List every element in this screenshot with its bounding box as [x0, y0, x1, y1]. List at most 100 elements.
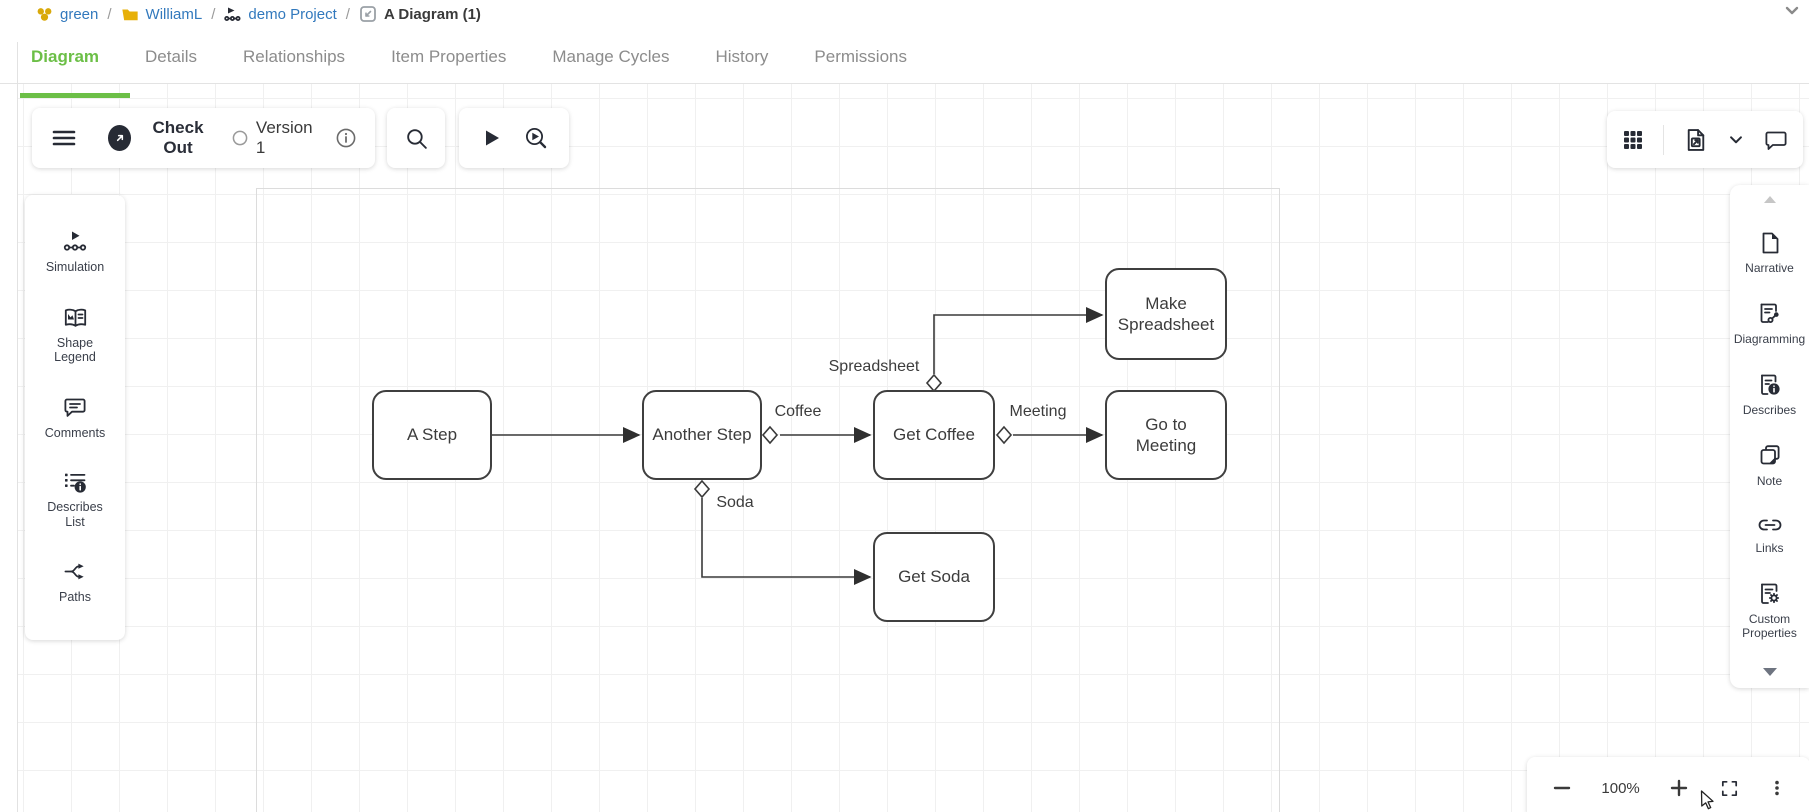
tool-shape-legend[interactable]: Shape Legend [54, 305, 96, 366]
view-toolbar [1607, 111, 1803, 168]
tool-paths[interactable]: Paths [59, 559, 91, 605]
edge-label-meeting[interactable]: Meeting [1010, 403, 1067, 421]
check-out-icon [108, 125, 131, 151]
edge-label-coffee[interactable]: Coffee [775, 403, 822, 421]
breadcrumb: green / WilliamL / demo Project [36, 2, 481, 26]
search-toolbar [387, 108, 445, 168]
check-out-button[interactable]: Check Out [108, 118, 216, 158]
diagram-node-get-coffee[interactable]: Get Coffee [873, 390, 995, 480]
tab-diagram[interactable]: Diagram [31, 47, 99, 67]
diagram-tools-panel: Simulation Shape Legend Comments [25, 195, 125, 640]
breadcrumb-link-demo-project[interactable]: demo Project [248, 6, 336, 23]
export-options-chevron[interactable] [1727, 131, 1745, 149]
comment-bubble-button[interactable] [1763, 127, 1789, 153]
tool-label: Simulation [46, 260, 104, 275]
panel-label: Note [1757, 474, 1782, 488]
scroll-up-icon[interactable] [1760, 193, 1780, 205]
active-tab-indicator [20, 93, 130, 98]
breadcrumb-separator: / [346, 6, 350, 23]
zoom-level: 100% [1601, 780, 1639, 797]
note-icon [1757, 443, 1783, 469]
fit-screen-button[interactable] [1719, 778, 1740, 799]
diagram-node-a-step[interactable]: A Step [372, 390, 492, 480]
tool-describes-list[interactable]: Describes List [47, 470, 103, 530]
diagram-node-another-step[interactable]: Another Step [642, 390, 762, 480]
diagramming-icon [1757, 301, 1783, 327]
breadcrumb-separator: / [211, 6, 215, 23]
panel-label: Custom Properties [1742, 612, 1797, 641]
mouse-cursor [1700, 790, 1719, 810]
version-label: Version 1 [256, 118, 319, 158]
breadcrumb-item-folder[interactable]: WilliamL [121, 6, 203, 23]
tab-manage-cycles[interactable]: Manage Cycles [552, 47, 669, 67]
tab-bar: Diagram Details Relationships Item Prope… [31, 47, 907, 67]
zoom-out-button[interactable] [1551, 777, 1573, 799]
diagram-node-get-soda[interactable]: Get Soda [873, 532, 995, 622]
version-selector[interactable]: Version 1 [232, 118, 319, 158]
breadcrumb-item-group[interactable]: green [36, 6, 98, 23]
edge-label-spreadsheet[interactable]: Spreadsheet [829, 358, 920, 376]
tool-simulation[interactable]: Simulation [46, 230, 104, 275]
panel-custom-properties[interactable]: Custom Properties [1730, 581, 1809, 641]
describes-icon [1757, 372, 1783, 398]
grid-view-button[interactable] [1621, 128, 1645, 152]
group-icon [36, 6, 53, 22]
tab-relationships[interactable]: Relationships [243, 47, 345, 67]
tab-history[interactable]: History [716, 47, 769, 67]
diagram-canvas[interactable]: Coffee Meeting Spreadsheet Soda A Step Anothe… [17, 84, 1809, 812]
tab-details[interactable]: Details [145, 47, 197, 67]
toolbar-divider [1663, 125, 1664, 155]
info-button[interactable] [335, 127, 357, 149]
paths-icon [63, 559, 88, 584]
more-options-button[interactable] [1768, 778, 1786, 798]
shape-legend-icon [62, 305, 89, 330]
describes-list-icon [62, 470, 88, 494]
narrative-icon [1757, 230, 1783, 256]
breadcrumb-link-williaml[interactable]: WilliamL [146, 6, 203, 23]
item-details-panel: Narrative Diagramming [1730, 185, 1809, 688]
breadcrumb-current: A Diagram (1) [384, 6, 481, 23]
check-out-label: Check Out [140, 118, 216, 158]
breadcrumb-item-project[interactable]: demo Project [224, 6, 336, 23]
menu-button[interactable] [50, 124, 78, 152]
panel-describes[interactable]: Describes [1730, 372, 1809, 417]
breadcrumb-link-green[interactable]: green [60, 6, 98, 23]
left-divider [17, 42, 18, 812]
tab-permissions[interactable]: Permissions [814, 47, 907, 67]
panel-note[interactable]: Note [1730, 443, 1809, 488]
panel-label: Describes [1743, 403, 1796, 417]
custom-properties-icon [1757, 581, 1783, 607]
diagram-toolbar: Check Out Version 1 [32, 108, 375, 168]
simulation-icon [62, 230, 88, 254]
zoom-in-button[interactable] [1668, 777, 1690, 799]
run-toolbar [459, 108, 569, 168]
breadcrumb-item-diagram: A Diagram (1) [359, 5, 481, 23]
panel-narrative[interactable]: Narrative [1730, 230, 1809, 275]
panel-links[interactable]: Links [1730, 514, 1809, 555]
collapse-header-icon[interactable] [1781, 0, 1803, 22]
edge-label-soda[interactable]: Soda [716, 494, 753, 512]
panel-label: Links [1755, 541, 1783, 555]
preview-play-button[interactable] [523, 125, 549, 151]
app-root: green / WilliamL / demo Project [0, 0, 1809, 812]
panel-diagramming[interactable]: Diagramming [1730, 301, 1809, 346]
export-document-button[interactable] [1683, 127, 1709, 153]
panel-label: Narrative [1745, 261, 1794, 275]
diagram-file-icon [359, 5, 377, 23]
scroll-down-icon[interactable] [1760, 666, 1780, 678]
tool-label: Shape Legend [54, 336, 96, 366]
diagram-node-go-to-meeting[interactable]: Go to Meeting [1105, 390, 1227, 480]
play-button[interactable] [479, 126, 503, 150]
panel-label: Diagramming [1734, 332, 1805, 346]
folder-icon [121, 6, 139, 22]
tool-comments[interactable]: Comments [45, 395, 105, 441]
top-bar: green / WilliamL / demo Project [0, 0, 1809, 84]
tool-label: Paths [59, 590, 91, 605]
diagram-node-make-spreadsheet[interactable]: Make Spreadsheet [1105, 268, 1227, 360]
tab-item-properties[interactable]: Item Properties [391, 47, 506, 67]
project-icon [224, 7, 241, 22]
zoom-controls: 100% [1527, 757, 1809, 812]
tool-label: Comments [45, 426, 105, 441]
search-button[interactable] [404, 126, 429, 151]
version-circle-icon [232, 129, 248, 147]
